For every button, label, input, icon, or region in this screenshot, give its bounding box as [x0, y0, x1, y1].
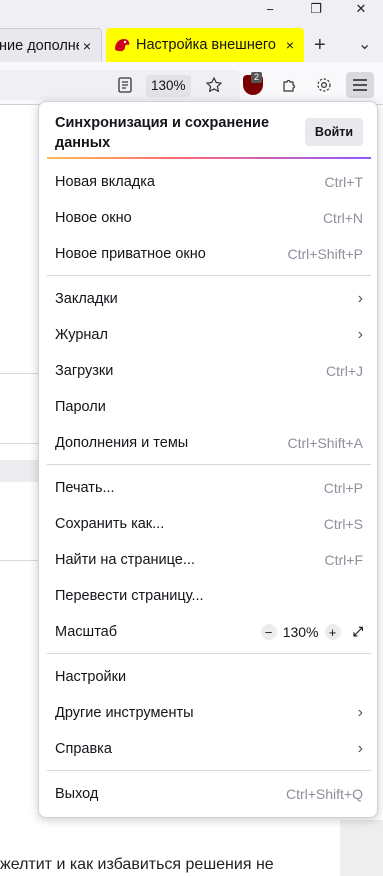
chevron-right-icon: ›	[357, 704, 363, 721]
menu-item-label: Печать...	[55, 480, 115, 496]
signin-button[interactable]: Войти	[305, 118, 363, 146]
zoom-controls: − 130% + ⤢	[260, 624, 363, 640]
zoom-label: Масштаб	[55, 624, 118, 640]
menu-item-help[interactable]: Справка ›	[39, 732, 379, 766]
menu-item-print[interactable]: Печать... Ctrl+P	[39, 471, 379, 505]
tab-title: Настройка внешнего	[136, 37, 276, 53]
zoom-in-button[interactable]: +	[324, 624, 341, 640]
tab-title: ние дополне	[0, 37, 79, 54]
page-side-panel	[340, 820, 383, 876]
menu-item-more-tools[interactable]: Другие инструменты ›	[39, 696, 379, 730]
menu-item-shortcut: Ctrl+F	[324, 552, 364, 568]
menu-item-label: Дополнения и темы	[55, 435, 189, 451]
menu-item-shortcut: Ctrl+Shift+P	[287, 246, 363, 262]
title-bar: − ❐ ✕ ние дополне × Настройка внешнего ×…	[0, 0, 383, 62]
menu-item-label: Журнал	[55, 327, 108, 343]
fullscreen-icon[interactable]: ⤢	[353, 624, 363, 640]
menu-item-find-in-page[interactable]: Найти на странице... Ctrl+F	[39, 543, 379, 577]
tab-close-icon[interactable]: ×	[79, 38, 95, 54]
app-menu-hamburger-icon[interactable]	[346, 72, 374, 98]
chevron-right-icon: ›	[357, 290, 363, 307]
menu-item-label: Другие инструменты	[55, 705, 194, 721]
page-body-text: желтит и как избавиться решения не	[0, 856, 274, 873]
menu-item-downloads[interactable]: Загрузки Ctrl+J	[39, 354, 379, 388]
extensions-puzzle-icon[interactable]	[276, 72, 304, 98]
menu-item-label: Новое приватное окно	[55, 246, 206, 262]
site-favicon-icon	[115, 39, 130, 52]
menu-item-label: Перевести страницу...	[55, 588, 204, 604]
menu-item-history[interactable]: Журнал ›	[39, 318, 379, 352]
menu-separator	[47, 464, 371, 465]
menu-item-label: Справка	[55, 741, 112, 757]
sync-title[interactable]: Синхронизация и сохранение данных	[55, 113, 285, 153]
restore-button[interactable]: ❐	[294, 0, 338, 18]
menu-item-label: Сохранить как...	[55, 516, 165, 532]
zoom-reset-button[interactable]: 130%	[146, 75, 191, 97]
reader-view-icon[interactable]	[111, 72, 139, 98]
menu-item-label: Новое окно	[55, 210, 132, 226]
menu-item-shortcut: Ctrl+Shift+A	[287, 435, 363, 451]
zoom-value[interactable]: 130%	[277, 624, 325, 640]
menu-item-exit[interactable]: Выход Ctrl+Shift+Q	[39, 777, 379, 811]
menu-item-new-tab[interactable]: Новая вкладка Ctrl+T	[39, 165, 379, 199]
menu-separator	[47, 770, 371, 771]
menu-item-translate-page[interactable]: Перевести страницу...	[39, 579, 379, 613]
menu-item-label: Выход	[55, 786, 99, 802]
menu-item-shortcut: Ctrl+P	[323, 480, 363, 496]
app-menu-panel: Синхронизация и сохранение данных Войти …	[38, 101, 378, 818]
tab-inactive[interactable]: ние дополне ×	[0, 28, 102, 62]
menu-item-shortcut: Ctrl+Shift+Q	[285, 786, 363, 802]
minimize-button[interactable]: −	[248, 0, 292, 18]
gear-icon[interactable]	[310, 72, 338, 98]
zoom-out-button[interactable]: −	[260, 624, 277, 640]
menu-item-new-window[interactable]: Новое окно Ctrl+N	[39, 201, 379, 235]
menu-item-save-as[interactable]: Сохранить как... Ctrl+S	[39, 507, 379, 541]
menu-item-label: Закладки	[55, 291, 118, 307]
menu-item-label: Найти на странице...	[55, 552, 195, 568]
menu-item-shortcut: Ctrl+J	[326, 363, 363, 379]
menu-item-label: Новая вкладка	[55, 174, 155, 190]
tab-close-icon[interactable]: ×	[282, 37, 298, 53]
menu-item-label: Настройки	[55, 669, 127, 685]
menu-item-addons-themes[interactable]: Дополнения и темы Ctrl+Shift+A	[39, 426, 379, 460]
chevron-right-icon: ›	[357, 326, 363, 343]
tab-active[interactable]: Настройка внешнего ×	[106, 28, 304, 62]
chevron-right-icon: ›	[357, 740, 363, 757]
tab-list-chevron-icon[interactable]: ⌄	[358, 34, 371, 54]
menu-item-shortcut: Ctrl+S	[323, 516, 363, 532]
ublock-count-badge: 2	[251, 72, 263, 83]
menu-item-new-private-window[interactable]: Новое приватное окно Ctrl+Shift+P	[39, 237, 379, 271]
new-tab-button[interactable]: +	[314, 34, 326, 57]
sync-gradient-divider	[47, 157, 371, 159]
bookmark-star-icon[interactable]	[200, 72, 228, 98]
menu-item-shortcut: Ctrl+T	[324, 174, 364, 190]
menu-item-label: Загрузки	[55, 363, 114, 379]
menu-item-settings[interactable]: Настройки	[39, 660, 379, 694]
menu-item-shortcut: Ctrl+N	[322, 210, 363, 226]
menu-separator	[47, 653, 371, 654]
close-window-button[interactable]: ✕	[339, 0, 383, 18]
menu-separator	[47, 275, 371, 276]
menu-item-label: Пароли	[55, 399, 106, 415]
menu-item-zoom: Масштаб − 130% + ⤢	[39, 615, 379, 649]
menu-item-bookmarks[interactable]: Закладки ›	[39, 282, 379, 316]
menu-item-passwords[interactable]: Пароли	[39, 390, 379, 424]
nav-toolbar: 130%	[0, 62, 383, 105]
